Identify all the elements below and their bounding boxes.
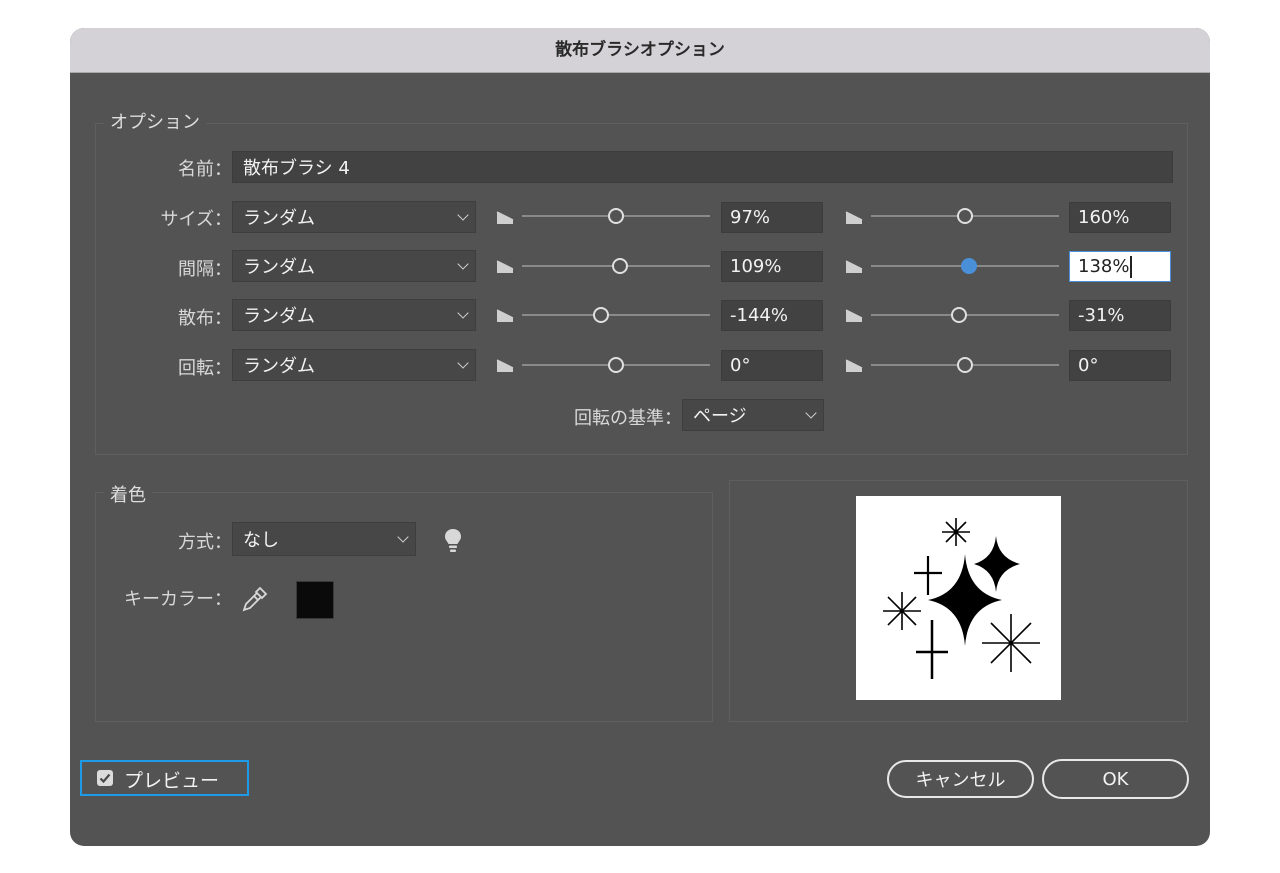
brush-preview: [856, 496, 1061, 700]
dialog-title: 散布ブラシオプション: [70, 28, 1210, 73]
rotation-basis-value: ページ: [693, 406, 747, 427]
scatter-min-value[interactable]: -144%: [721, 300, 823, 331]
chevron-down-icon: [457, 258, 469, 270]
min-variation-icon: [496, 211, 514, 224]
coloring-method-value: なし: [243, 530, 279, 551]
rotation-max-slider[interactable]: [871, 355, 1059, 375]
key-color-label: キーカラー：: [124, 589, 232, 610]
key-color-swatch[interactable]: [296, 581, 334, 619]
max-variation-icon: [845, 359, 863, 372]
scatter-method-value: ランダム: [243, 306, 315, 327]
slider-knob[interactable]: [608, 357, 624, 373]
coloring-method-select[interactable]: なし: [232, 522, 416, 556]
rotation-method-select[interactable]: ランダム: [232, 349, 476, 381]
chevron-down-icon: [457, 209, 469, 221]
slider-knob[interactable]: [592, 307, 609, 323]
scatter-brush-options-dialog: 散布ブラシオプション オプション 名前： 散布ブラシ 4 サイズ： ランダム 9…: [70, 28, 1210, 846]
rotation-basis-select[interactable]: ページ: [682, 399, 824, 431]
slider-knob[interactable]: [960, 258, 977, 274]
min-variation-icon: [496, 260, 514, 273]
slider-knob[interactable]: [951, 307, 968, 323]
size-min-value[interactable]: 97%: [721, 202, 823, 233]
preview-label: プレビュー: [124, 770, 220, 792]
slider-knob[interactable]: [957, 357, 973, 373]
cancel-button[interactable]: キャンセル: [887, 760, 1034, 798]
size-max-slider[interactable]: [871, 206, 1059, 226]
lightbulb-icon[interactable]: [444, 528, 462, 554]
size-label: サイズ：: [160, 209, 232, 230]
spacing-max-value-text: 138%: [1078, 256, 1130, 277]
max-variation-icon: [845, 309, 863, 322]
rotation-min-value[interactable]: 0°: [721, 350, 823, 381]
checkmark-icon: [99, 773, 111, 784]
max-variation-icon: [845, 211, 863, 224]
ok-button[interactable]: OK: [1042, 759, 1189, 799]
sparkles-preview-image: [883, 518, 1040, 679]
chevron-down-icon: [457, 357, 469, 369]
name-label: 名前：: [178, 159, 232, 180]
chevron-down-icon: [805, 407, 817, 419]
spacing-method-select[interactable]: ランダム: [232, 250, 476, 282]
slider-knob[interactable]: [957, 208, 973, 224]
preview-checkbox-container[interactable]: プレビュー: [80, 760, 249, 796]
spacing-min-slider[interactable]: [522, 256, 710, 276]
size-method-select[interactable]: ランダム: [232, 201, 476, 233]
coloring-method-label: 方式：: [178, 532, 232, 553]
scatter-max-slider[interactable]: [871, 305, 1059, 325]
size-min-slider[interactable]: [522, 206, 710, 226]
min-variation-icon: [496, 309, 514, 322]
scatter-method-select[interactable]: ランダム: [232, 299, 476, 331]
max-variation-icon: [845, 260, 863, 273]
coloring-group-title: 着色: [104, 481, 152, 507]
slider-track: [522, 314, 710, 316]
scatter-max-value[interactable]: -31%: [1069, 300, 1171, 331]
rotation-min-slider[interactable]: [522, 355, 710, 375]
scatter-label: 散布：: [178, 308, 232, 329]
rotation-max-value[interactable]: 0°: [1069, 350, 1171, 381]
scatter-min-slider[interactable]: [522, 305, 710, 325]
rotation-method-value: ランダム: [243, 356, 315, 377]
spacing-max-slider[interactable]: [871, 256, 1059, 276]
size-max-value[interactable]: 160%: [1069, 202, 1171, 233]
slider-knob[interactable]: [608, 208, 624, 224]
options-group-title: オプション: [104, 108, 206, 134]
slider-knob[interactable]: [611, 258, 628, 274]
spacing-max-value[interactable]: 138%: [1069, 251, 1171, 282]
size-method-value: ランダム: [243, 208, 315, 229]
spacing-label: 間隔：: [178, 259, 232, 280]
spacing-min-value[interactable]: 109%: [721, 251, 823, 282]
min-variation-icon: [496, 359, 514, 372]
chevron-down-icon: [457, 307, 469, 319]
preview-checkbox[interactable]: [97, 770, 113, 786]
eyedropper-icon[interactable]: [240, 584, 270, 614]
name-field[interactable]: 散布ブラシ 4: [232, 151, 1173, 183]
chevron-down-icon: [397, 531, 409, 543]
spacing-method-value: ランダム: [243, 257, 315, 278]
rotation-basis-label: 回転の基準：: [574, 408, 682, 429]
rotation-label: 回転：: [178, 358, 232, 379]
text-caret: [1130, 255, 1132, 278]
